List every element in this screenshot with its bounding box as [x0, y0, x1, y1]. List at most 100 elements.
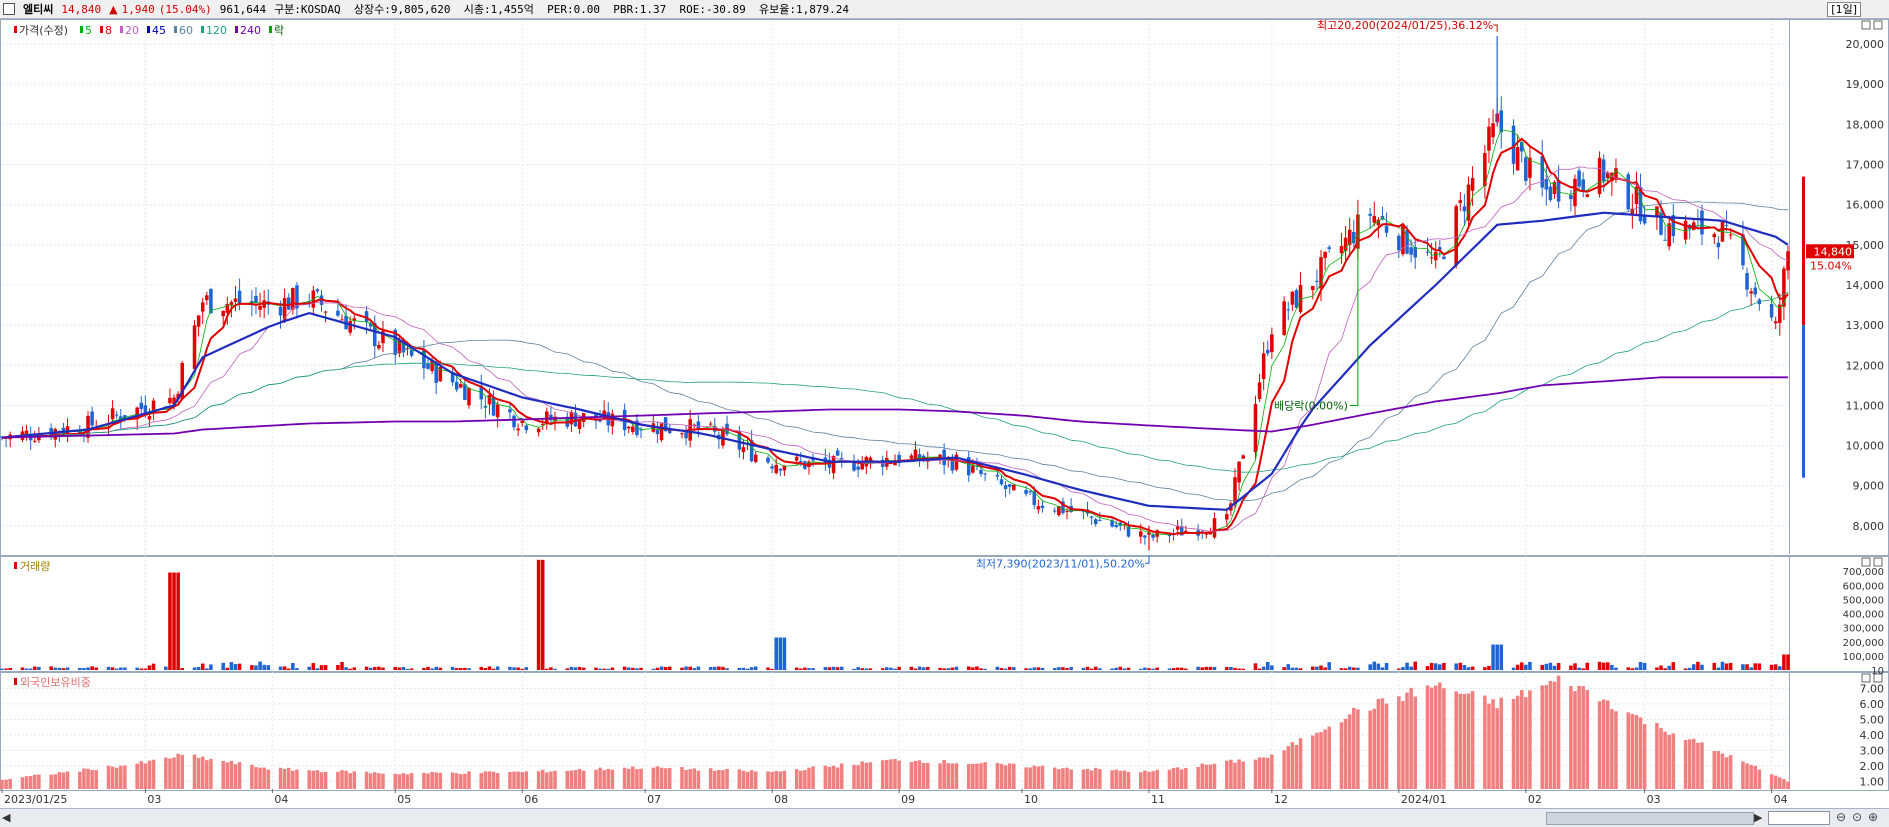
volume-bar: [1147, 668, 1151, 670]
volume-bar: [684, 666, 688, 670]
volume-bar: [1179, 667, 1184, 670]
x-tick-label: 11: [1151, 793, 1165, 806]
price-tick-label: 12,000: [1846, 359, 1885, 372]
foreign-ownership-bar: [602, 770, 606, 789]
volume-bar: [282, 666, 287, 670]
scroll-left-icon[interactable]: ◀: [2, 811, 10, 824]
volume-bar: [1356, 667, 1360, 670]
volume-bar: [1581, 668, 1585, 670]
volume-bar: [524, 667, 529, 670]
foreign-ownership-bar: [1544, 685, 1549, 789]
candle-body: [1089, 516, 1094, 518]
volume-bar: [1573, 663, 1577, 670]
volume-bar: [266, 665, 271, 670]
candle-body: [1642, 216, 1647, 224]
candle-body: [778, 468, 783, 471]
foreign-ownership-bar: [319, 772, 324, 789]
candle-body: [192, 325, 197, 369]
drop-legend-label: 락: [274, 24, 284, 37]
foreign-ownership-bar: [1368, 710, 1372, 789]
volume-bar: [594, 667, 598, 670]
scroll-right-icon[interactable]: ▶: [1754, 811, 1762, 824]
grid-lines: [2, 20, 1789, 789]
candle-body: [1556, 179, 1561, 202]
volume-bar: [946, 668, 951, 670]
foreign-ownership-bar: [1270, 754, 1274, 789]
foreign-tick-label: 5.00: [1860, 713, 1885, 726]
volume-bar: [311, 663, 316, 670]
ma-line-8: [1, 137, 1789, 536]
volume-bar: [913, 668, 918, 670]
volume-bar: [860, 668, 864, 670]
foreign-ownership-bar: [1511, 698, 1516, 789]
candle-body: [1339, 246, 1344, 254]
zoom-reset-icon[interactable]: ⊙: [1852, 810, 1862, 824]
volume-bar: [1519, 662, 1524, 670]
candle-body: [1667, 223, 1671, 247]
candle-body: [766, 457, 770, 463]
volume-bar: [749, 667, 754, 670]
foreign-ownership-bar: [1237, 759, 1241, 789]
candlesticks: [0, 36, 1790, 551]
foreign-ownership-bar: [1638, 717, 1643, 789]
zoom-in-icon[interactable]: ⊕: [1868, 810, 1878, 824]
volume-bar: [1118, 666, 1123, 670]
foreign-ownership-bar: [540, 769, 545, 789]
foreign-ownership-bar: [1110, 770, 1114, 789]
foreign-ownership-bar: [1376, 698, 1381, 789]
checkbox-icon[interactable]: [3, 3, 15, 15]
foreign-ownership-bar: [1524, 697, 1528, 789]
foreign-ownership-bar: [487, 771, 492, 789]
foreign-ownership-bar: [1093, 767, 1098, 789]
foreign-ownership-bar: [1241, 761, 1245, 789]
ma-legend-marker: [201, 26, 204, 33]
volume-bar: [1012, 667, 1016, 670]
volume-bar: [495, 666, 500, 670]
foreign-ownership-bar: [1519, 690, 1524, 789]
chart-scrollbar[interactable]: ◀ ▶ ⊖ ⊙ ⊕: [0, 808, 1889, 827]
candle-body: [205, 295, 209, 301]
candle-body: [1327, 247, 1331, 249]
volume-bar: [426, 666, 430, 670]
foreign-ownership-bar: [237, 762, 242, 789]
volume-bar: [221, 662, 225, 670]
candle-body: [659, 423, 664, 441]
foreign-ownership-bar: [340, 770, 344, 789]
foreign-ownership-bar: [82, 768, 86, 789]
foreign-ownership-bar: [1425, 685, 1430, 789]
foreign-ownership-bar: [1470, 691, 1475, 789]
candle-body: [1753, 287, 1757, 295]
volume-bar: [1786, 654, 1790, 670]
foreign-ownership-bar: [1167, 769, 1172, 789]
candle-body: [1270, 334, 1274, 353]
candle-body: [1769, 304, 1774, 318]
foreign-ownership-bar: [606, 768, 611, 789]
zoom-out-icon[interactable]: ⊖: [1836, 810, 1846, 824]
foreign-ownership-bar: [1610, 709, 1614, 789]
volume-bar: [1171, 668, 1176, 670]
scroll-thumb[interactable]: [1546, 812, 1754, 825]
volume-bar: [1286, 664, 1291, 670]
candle-body: [221, 310, 225, 317]
volume-bar: [1233, 667, 1237, 670]
volume-bar: [1655, 667, 1659, 670]
foreign-ownership-bar: [24, 776, 29, 789]
foreign-ownership-bar: [946, 763, 951, 789]
panel-close-icon: [1873, 20, 1883, 30]
volume-bar: [880, 668, 885, 670]
foreign-ownership-bar: [708, 768, 713, 789]
zoom-slider[interactable]: [1768, 811, 1830, 825]
volume-bar: [254, 665, 258, 670]
volume-bar: [364, 666, 369, 670]
volume-bar: [1487, 665, 1491, 670]
foreign-ownership-bar: [1614, 711, 1618, 789]
candle-body: [254, 295, 258, 303]
candle-body: [1282, 301, 1286, 335]
stock-chart[interactable]: 8,000 9,000 10,000 11,000 12,000 13,000 14,000…: [0, 19, 1889, 808]
stock-name[interactable]: 엘티씨: [23, 1, 53, 17]
foreign-ownership-bar: [1540, 685, 1544, 789]
candle-body: [995, 474, 1000, 477]
period-button[interactable]: [1일]: [1827, 2, 1861, 17]
candle-body: [1712, 234, 1717, 238]
foreign-tick-label: 2.00: [1860, 760, 1885, 773]
